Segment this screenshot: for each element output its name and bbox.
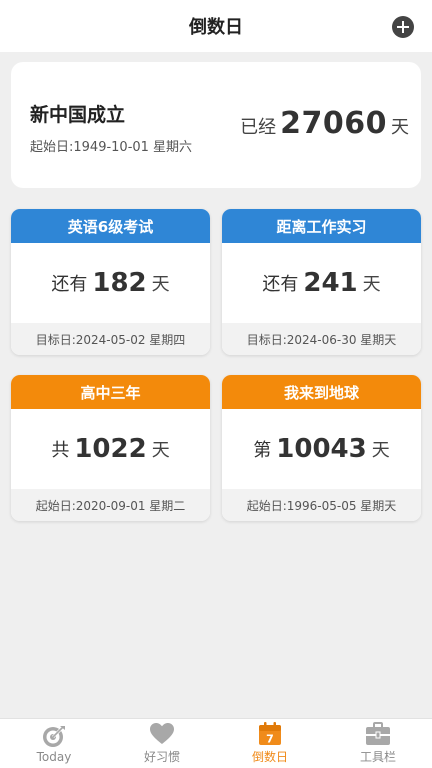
countdown-card-cet6[interactable]: 英语6级考试 还有 182 天 目标日:2024-05-02 星期四 — [11, 209, 210, 355]
card-count: 共 1022 天 — [11, 409, 210, 489]
tab-label: 工具栏 — [359, 750, 396, 764]
tab-label: 倒数日 — [251, 750, 288, 764]
card-header: 英语6级考试 — [11, 209, 210, 243]
target-icon — [43, 725, 65, 747]
card-date: 起始日:1996-05-05 星期天 — [222, 489, 421, 521]
calendar-badge: 7 — [266, 733, 274, 746]
card-count-number: 1022 — [74, 434, 147, 464]
bottom-tab-bar: Today 好习惯 7 倒数日 工具栏 — [0, 718, 432, 768]
card-count-unit: 天 — [151, 440, 170, 461]
card-header: 距离工作实习 — [222, 209, 421, 243]
card-count: 还有 241 天 — [222, 243, 421, 323]
card-count-prefix: 共 — [51, 440, 70, 461]
featured-day-count: 已经 27060 天 — [240, 106, 409, 141]
card-count-prefix: 还有 — [51, 274, 88, 295]
tab-label: Today — [36, 749, 72, 764]
featured-count-prefix: 已经 — [240, 117, 277, 138]
card-count-prefix: 还有 — [262, 274, 299, 295]
app-root: 倒数日 新中国成立 起始日:1949-10-01 星期六 已经 27060 天 … — [0, 0, 432, 768]
page-title: 倒数日 — [189, 17, 243, 38]
card-title: 英语6级考试 — [67, 217, 154, 236]
tab-toolbox[interactable]: 工具栏 — [324, 719, 432, 768]
card-count-unit: 天 — [371, 440, 390, 461]
featured-count-unit: 天 — [391, 117, 409, 138]
card-count-number: 10043 — [276, 434, 367, 464]
tab-habits[interactable]: 好习惯 — [108, 719, 216, 768]
card-date: 目标日:2024-05-02 星期四 — [11, 323, 210, 355]
countdown-card-high-school[interactable]: 高中三年 共 1022 天 起始日:2020-09-01 星期二 — [11, 375, 210, 521]
countdown-card-on-earth[interactable]: 我来到地球 第 10043 天 起始日:1996-05-05 星期天 — [222, 375, 421, 521]
card-header: 高中三年 — [11, 375, 210, 409]
tab-countdown[interactable]: 7 倒数日 — [216, 719, 324, 768]
header-bar: 倒数日 — [0, 0, 432, 52]
featured-event-title: 新中国成立 — [30, 104, 126, 126]
featured-count-number: 27060 — [280, 106, 387, 141]
card-header: 我来到地球 — [222, 375, 421, 409]
card-count: 第 10043 天 — [222, 409, 421, 489]
card-count: 还有 182 天 — [11, 243, 210, 323]
card-count-unit: 天 — [151, 274, 170, 295]
card-title: 我来到地球 — [283, 383, 359, 402]
card-title: 距离工作实习 — [276, 217, 367, 236]
card-count-unit: 天 — [362, 274, 381, 295]
plus-icon — [397, 21, 409, 33]
add-button[interactable] — [392, 16, 414, 38]
featured-event-date: 起始日:1949-10-01 星期六 — [30, 140, 193, 155]
card-title: 高中三年 — [80, 383, 141, 402]
heart-icon — [150, 723, 174, 744]
tab-label: 好习惯 — [143, 750, 180, 764]
countdown-card-internship[interactable]: 距离工作实习 还有 241 天 目标日:2024-06-30 星期天 — [222, 209, 421, 355]
toolbox-icon — [366, 722, 390, 745]
featured-countdown-card[interactable]: 新中国成立 起始日:1949-10-01 星期六 已经 27060 天 — [11, 62, 421, 188]
card-count-prefix: 第 — [253, 440, 272, 461]
tab-today[interactable]: Today — [0, 719, 108, 768]
calendar-icon: 7 — [259, 722, 281, 746]
card-date: 起始日:2020-09-01 星期二 — [11, 489, 210, 521]
card-count-number: 241 — [303, 268, 358, 298]
card-date: 目标日:2024-06-30 星期天 — [222, 323, 421, 355]
card-count-number: 182 — [92, 268, 147, 298]
